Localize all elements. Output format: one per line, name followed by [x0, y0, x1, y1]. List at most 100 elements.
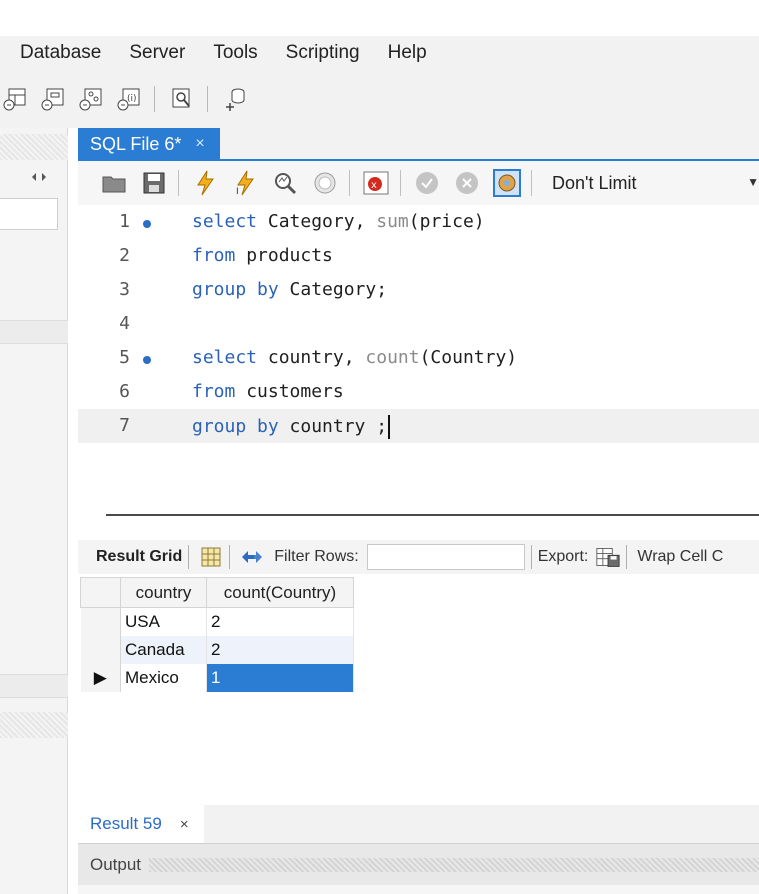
editor-result-splitter[interactable]: [78, 505, 759, 539]
toolbar-separator: [178, 170, 179, 196]
tab-sql-file[interactable]: SQL File 6* ×: [78, 128, 220, 160]
open-file-icon[interactable]: [100, 169, 128, 197]
sidebar-filter-input[interactable]: [0, 198, 58, 230]
document-tab-row: SQL File 6* ×: [78, 128, 759, 160]
sql-editor[interactable]: 1 select Category, sum(price) 2 from pro…: [78, 205, 759, 505]
toolbar-separator: [626, 545, 628, 569]
code-line: 3 group by Category;: [78, 273, 759, 307]
output-header-hatch: [149, 857, 759, 872]
code-text: select country, count(Country): [192, 347, 517, 368]
line-number: 6: [119, 381, 130, 402]
sql-identifier: Category,: [257, 211, 377, 232]
toolbar-separator: [154, 86, 155, 112]
tab-label: SQL File 6*: [90, 133, 182, 154]
sql-keyword: group by: [192, 279, 279, 300]
menu-server[interactable]: Server: [129, 42, 185, 64]
main-toolbar: (i): [0, 70, 759, 128]
toolbar-separator: [530, 545, 532, 569]
explain-icon[interactable]: [271, 169, 299, 197]
output-panel-header[interactable]: Output: [78, 843, 759, 885]
sql-identifier: products: [235, 245, 333, 266]
save-icon[interactable]: [140, 169, 168, 197]
statement-marker-icon: [143, 220, 151, 228]
limit-rows-select[interactable]: Don't Limit: [552, 173, 636, 194]
code-text: group by country ;: [192, 415, 391, 439]
column-header-country[interactable]: country: [120, 577, 207, 608]
stop-icon[interactable]: [311, 169, 339, 197]
code-line: 2 from products: [78, 239, 759, 273]
table-row-current[interactable]: ▶ Mexico 1: [80, 663, 354, 692]
refresh-icon[interactable]: [240, 545, 264, 569]
commit-icon[interactable]: [413, 169, 441, 197]
code-line: 4: [78, 307, 759, 341]
sql-identifier: customers: [235, 381, 344, 402]
filter-rows-label: Filter Rows:: [274, 548, 359, 565]
cell-country[interactable]: Mexico: [120, 663, 207, 692]
row-header[interactable]: [80, 635, 121, 664]
sql-keyword: from: [192, 245, 236, 266]
export-icon[interactable]: [596, 545, 620, 569]
output-label: Output: [90, 854, 142, 874]
toolbar-separator: [229, 545, 231, 569]
code-line: 5 select country, count(Country): [78, 341, 759, 375]
code-text: group by Category;: [192, 279, 387, 300]
code-text: from customers: [192, 381, 344, 402]
sql-keyword: select: [192, 347, 258, 368]
sidebar-header-hatch: [0, 134, 68, 160]
sidebar-section-bar: [0, 320, 68, 344]
current-row-marker-icon[interactable]: ▶: [80, 663, 121, 692]
cell-count-selected[interactable]: 1: [206, 663, 354, 692]
svg-text:x: x: [371, 180, 377, 191]
line-number: 1: [119, 211, 130, 232]
sql-identifier: Category;: [278, 279, 388, 300]
line-number: 5: [119, 347, 130, 368]
toolbar-separator: [207, 86, 208, 112]
autocommit-icon[interactable]: [493, 169, 521, 197]
row-header[interactable]: [80, 607, 121, 636]
wrap-cell-content-toggle[interactable]: Wrap Cell C: [637, 548, 723, 566]
menu-database[interactable]: Database: [20, 42, 101, 64]
menu-help[interactable]: Help: [388, 42, 427, 64]
table-header-row: country count(Country): [80, 577, 354, 608]
tab-result[interactable]: Result 59 ×: [78, 805, 204, 843]
menu-scripting[interactable]: Scripting: [286, 42, 360, 64]
close-icon[interactable]: ×: [180, 816, 189, 833]
statement-marker-icon: [143, 356, 151, 364]
line-number: 3: [119, 279, 130, 300]
new-view-icon[interactable]: [38, 84, 68, 114]
cell-country[interactable]: USA: [120, 607, 207, 636]
table-row[interactable]: USA 2: [80, 607, 354, 636]
toolbar-separator: [349, 170, 350, 196]
new-function-icon[interactable]: (i): [114, 84, 144, 114]
rollback-icon[interactable]: [453, 169, 481, 197]
new-procedure-icon[interactable]: [76, 84, 106, 114]
toolbar-separator: [531, 170, 532, 196]
execute-current-icon[interactable]: I: [231, 169, 259, 197]
sql-toolbar: I x Don't Limit ▼: [78, 161, 759, 205]
table-row[interactable]: Canada 2: [80, 635, 354, 664]
sql-function: sum: [376, 211, 409, 232]
search-table-icon[interactable]: [167, 84, 197, 114]
column-header-count[interactable]: count(Country): [206, 577, 354, 608]
result-table: country count(Country) USA 2 Canada 2 ▶ …: [80, 577, 354, 692]
close-icon[interactable]: ×: [195, 135, 204, 153]
left-sidebar: [0, 128, 68, 894]
result-grid-label[interactable]: Result Grid: [96, 548, 182, 566]
toggle-error-icon[interactable]: x: [362, 169, 390, 197]
splitter-line: [106, 514, 759, 516]
filter-rows-input[interactable]: [366, 544, 525, 570]
reconnect-icon[interactable]: [220, 84, 250, 114]
execute-icon[interactable]: [191, 169, 219, 197]
cell-count[interactable]: 2: [206, 607, 354, 636]
grid-layout-icon[interactable]: [199, 545, 223, 569]
code-line-current: 7 group by country ;: [78, 409, 759, 443]
new-table-icon[interactable]: [0, 84, 30, 114]
menu-tools[interactable]: Tools: [213, 42, 257, 64]
row-header-corner[interactable]: [80, 577, 121, 608]
line-number: 7: [119, 415, 130, 436]
sidebar-refresh-icon[interactable]: [30, 170, 48, 189]
cell-count[interactable]: 2: [206, 635, 354, 664]
cell-country[interactable]: Canada: [120, 635, 207, 664]
sidebar-section-bar: [0, 674, 68, 698]
chevron-down-icon[interactable]: ▼: [747, 175, 759, 189]
